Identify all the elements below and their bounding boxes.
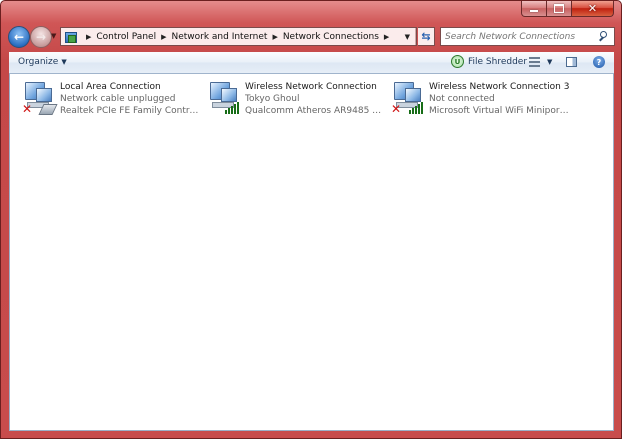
search-box[interactable] bbox=[440, 27, 615, 46]
search-input[interactable] bbox=[441, 30, 597, 43]
search-icon[interactable] bbox=[597, 30, 610, 43]
view-details-icon bbox=[529, 57, 540, 67]
arrow-right-icon: → bbox=[35, 30, 47, 44]
refresh-button[interactable]: ⇆ bbox=[418, 27, 435, 46]
connection-name: Wireless Network Connection 3 bbox=[429, 82, 569, 92]
chevron-down-icon: ▼ bbox=[404, 32, 410, 41]
back-button[interactable]: ← bbox=[8, 26, 30, 48]
maximize-icon bbox=[554, 4, 564, 13]
connection-status: Tokyo Ghoul bbox=[245, 94, 300, 104]
minimize-icon bbox=[530, 10, 538, 12]
file-shredder-icon: U bbox=[451, 55, 464, 68]
control-panel-icon bbox=[64, 31, 78, 43]
change-view-button[interactable]: ▼ bbox=[529, 57, 552, 67]
forward-button[interactable]: → bbox=[30, 26, 52, 48]
refresh-icon: ⇆ bbox=[421, 30, 431, 43]
connection-status: Not connected bbox=[429, 94, 495, 104]
preview-pane-button[interactable] bbox=[566, 57, 577, 67]
connection-adapter: Qualcomm Atheros AR9485 Wirel... bbox=[245, 106, 385, 116]
connection-wireless-3[interactable]: ✕ Wireless Network Connection 3 Not conn… bbox=[387, 79, 569, 119]
breadcrumb-chevron-icon[interactable]: ▶ bbox=[384, 33, 389, 41]
caption-buttons: ✕ bbox=[521, 1, 614, 17]
breadcrumb-chevron-icon[interactable]: ▶ bbox=[272, 33, 277, 41]
help-button[interactable]: ? bbox=[593, 56, 605, 68]
command-bar: Organize ▼ U File Shredder ▼ ? bbox=[9, 52, 614, 74]
explorer-window: ✕ ← → ▼ ▶ Control Panel ▶ Network and In… bbox=[0, 0, 622, 439]
connection-adapter: Microsoft Virtual WiFi Miniport A... bbox=[429, 106, 569, 116]
minimize-button[interactable] bbox=[521, 1, 547, 17]
maximize-button[interactable] bbox=[547, 1, 572, 17]
arrow-left-icon: ← bbox=[13, 30, 25, 44]
connection-wireless[interactable]: Wireless Network Connection Tokyo Ghoul … bbox=[203, 79, 385, 119]
connections-list: ✕ Local Area Connection Network cable un… bbox=[9, 74, 614, 431]
close-button[interactable]: ✕ bbox=[572, 1, 614, 17]
chevron-down-icon: ▼ bbox=[547, 58, 553, 66]
breadcrumb-chevron-icon[interactable]: ▶ bbox=[161, 33, 166, 41]
address-dropdown-button[interactable]: ▼ bbox=[400, 28, 416, 45]
breadcrumb-network-and-internet[interactable]: Network and Internet bbox=[171, 32, 267, 42]
breadcrumb-chevron-icon[interactable]: ▶ bbox=[86, 33, 91, 41]
wireless-signal-disconnected-icon: ✕ bbox=[390, 82, 424, 116]
recent-pages-button[interactable]: ▼ bbox=[51, 32, 56, 40]
connection-local-area[interactable]: ✕ Local Area Connection Network cable un… bbox=[18, 79, 200, 119]
connection-status: Network cable unplugged bbox=[60, 94, 176, 104]
connection-adapter: Realtek PCIe FE Family Controller bbox=[60, 106, 200, 116]
wired-network-disconnected-icon: ✕ bbox=[21, 82, 58, 116]
address-bar[interactable]: ▶ Control Panel ▶ Network and Internet ▶… bbox=[60, 27, 417, 46]
organize-label: Organize bbox=[18, 57, 59, 67]
help-icon: ? bbox=[596, 57, 602, 67]
file-shredder-button[interactable]: U File Shredder bbox=[451, 55, 527, 68]
breadcrumb-control-panel[interactable]: Control Panel bbox=[96, 32, 156, 42]
connection-name: Local Area Connection bbox=[60, 82, 161, 92]
close-icon: ✕ bbox=[587, 2, 598, 15]
connection-name: Wireless Network Connection bbox=[245, 82, 377, 92]
file-shredder-label: File Shredder bbox=[468, 56, 528, 67]
breadcrumb-network-connections[interactable]: Network Connections bbox=[283, 32, 379, 42]
wireless-signal-connected-icon bbox=[206, 82, 240, 116]
organize-button[interactable]: Organize ▼ bbox=[18, 57, 67, 67]
chevron-down-icon: ▼ bbox=[51, 32, 57, 40]
chevron-down-icon: ▼ bbox=[61, 58, 67, 66]
